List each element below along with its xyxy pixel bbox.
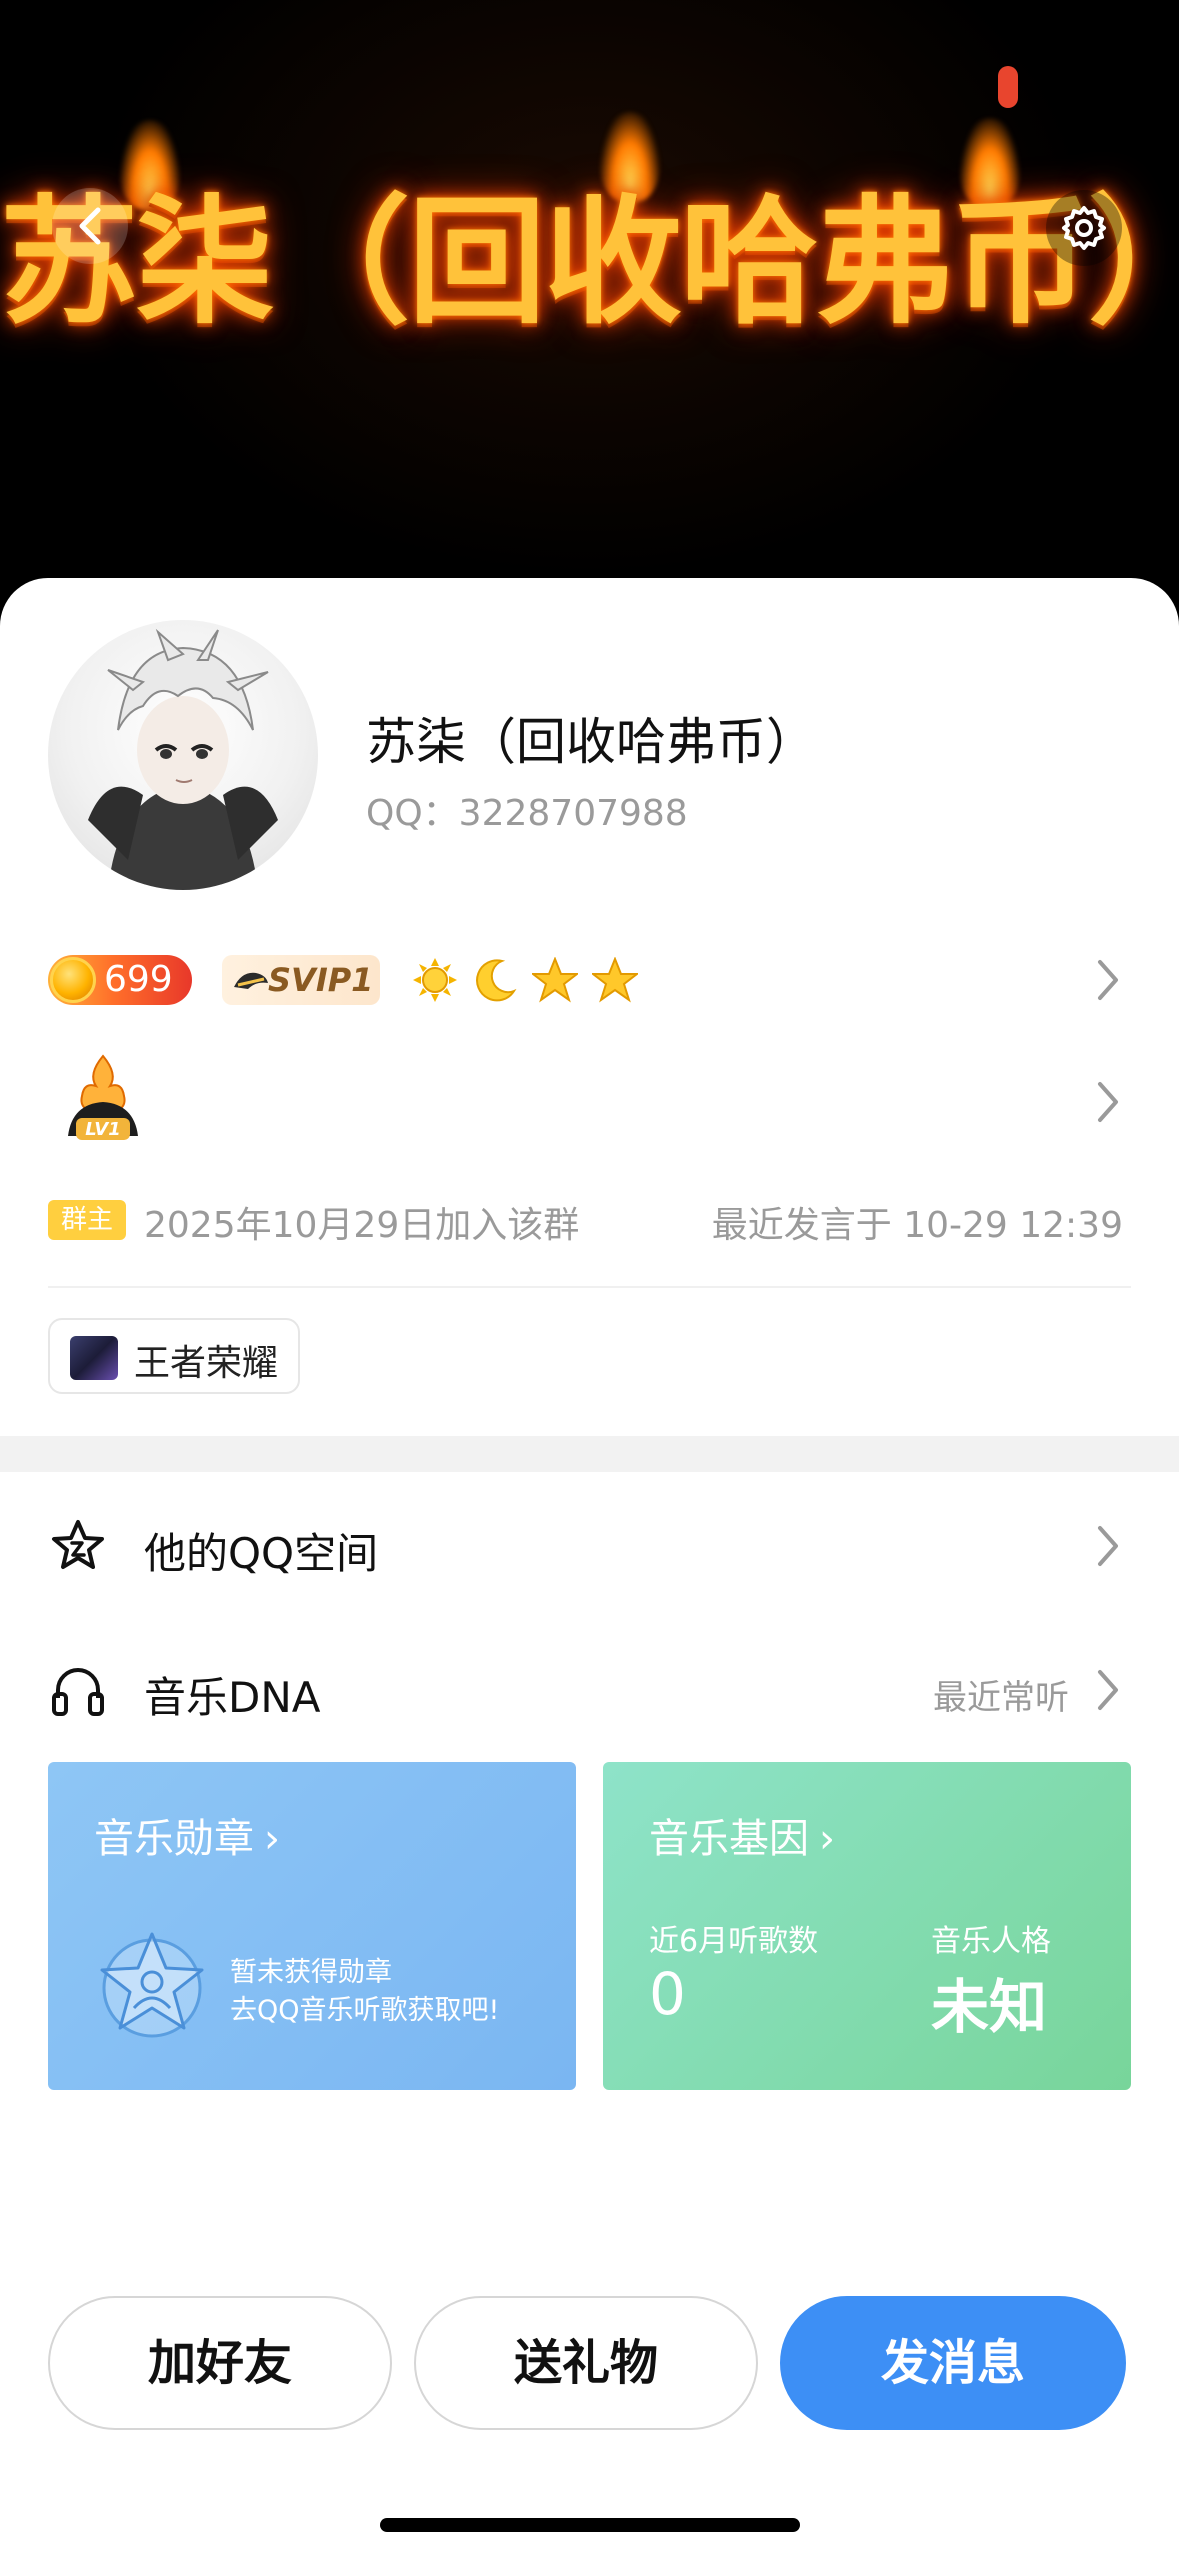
listen-count-value: 0 xyxy=(649,1960,686,2028)
chevron-right-icon: › xyxy=(819,1816,835,1862)
medal-placeholder-icon xyxy=(100,1932,204,2038)
star-level-icon xyxy=(592,957,638,1003)
qzone-row[interactable]: 他的QQ空间 xyxy=(0,1486,1179,1606)
medal-empty-text: 暂未获得勋章 xyxy=(230,1957,392,1988)
music-medal-card[interactable]: 音乐勋章 › 暂未获得勋章 去QQ音乐听歌获取吧! xyxy=(48,1762,576,2090)
section-separator xyxy=(0,1436,1179,1472)
coin-badge[interactable]: 699 xyxy=(48,955,192,1005)
star-level-icon xyxy=(532,957,578,1003)
add-friend-button[interactable]: 加好友 xyxy=(48,2296,392,2430)
chevron-right-icon: › xyxy=(264,1816,280,1862)
recently-listened-label: 最近常听 xyxy=(933,1678,1069,1718)
music-gene-title-text: 音乐基因 xyxy=(649,1816,809,1862)
profile-banner: 苏柒（回收哈弗币） xyxy=(0,0,1179,640)
game-tag-chip[interactable]: 王者荣耀 xyxy=(48,1318,300,1394)
music-persona-value: 未知 xyxy=(931,1973,1048,2041)
profile-name: 苏柒（回收哈弗币） xyxy=(366,713,816,771)
chevron-right-icon xyxy=(1098,1670,1118,1710)
svip-label: SVIP1 xyxy=(268,961,374,999)
music-medal-title: 音乐勋章 › xyxy=(94,1806,280,1864)
game-thumbnail xyxy=(70,1336,118,1380)
coin-icon xyxy=(50,957,96,1003)
group-owner-tag: 群主 xyxy=(48,1200,126,1240)
back-button[interactable] xyxy=(52,188,128,264)
avatar[interactable] xyxy=(48,620,318,890)
send-message-button[interactable]: 发消息 xyxy=(780,2296,1126,2430)
status-indicator xyxy=(998,66,1018,108)
star-outline-icon xyxy=(52,1520,104,1569)
settings-button[interactable] xyxy=(1046,190,1122,266)
music-dna-label: 音乐DNA xyxy=(144,1673,321,1722)
music-gene-title: 音乐基因 › xyxy=(649,1806,835,1864)
avatar-illustration xyxy=(88,628,278,890)
qq-number[interactable]: QQ：3228707988 xyxy=(366,784,688,836)
listen-count-label: 近6月听歌数 xyxy=(649,1924,819,1959)
divider xyxy=(48,1286,1131,1288)
last-speak-text: 最近发言于 10-29 12:39 xyxy=(711,1205,1123,1246)
music-dna-row[interactable]: 音乐DNA 最近常听 xyxy=(0,1630,1179,1750)
home-indicator[interactable] xyxy=(380,2518,800,2532)
qzone-label: 他的QQ空间 xyxy=(144,1529,379,1578)
music-persona-label: 音乐人格 xyxy=(931,1924,1051,1959)
chevron-right-icon xyxy=(1098,1526,1118,1566)
chevron-right-icon[interactable] xyxy=(1094,1080,1122,1124)
medal-hint-text: 去QQ音乐听歌获取吧! xyxy=(230,1995,500,2026)
group-level-badge-icon[interactable]: LV1 xyxy=(58,1052,148,1148)
chevron-left-icon xyxy=(79,207,101,245)
banner-title: 苏柒（回收哈弗币） xyxy=(0,182,1179,343)
crown-hat-icon xyxy=(234,972,268,989)
send-gift-button[interactable]: 送礼物 xyxy=(414,2296,758,2430)
moon-level-icon xyxy=(476,959,517,1002)
music-gene-card[interactable]: 音乐基因 › 近6月听歌数 0 音乐人格 未知 xyxy=(603,1762,1131,2090)
chevron-right-icon[interactable] xyxy=(1094,958,1122,1002)
headphones-icon xyxy=(52,1668,104,1716)
join-date-text: 2025年10月29日加入该群 xyxy=(144,1205,580,1246)
coin-count: 699 xyxy=(104,959,173,1000)
game-name: 王者荣耀 xyxy=(134,1343,279,1384)
music-medal-title-text: 音乐勋章 xyxy=(94,1816,254,1862)
level-badge-text: LV1 xyxy=(85,1119,120,1140)
svip-badge[interactable]: SVIP1 xyxy=(222,955,380,1005)
sun-level-icon xyxy=(413,958,457,1002)
gear-icon xyxy=(1062,206,1106,250)
